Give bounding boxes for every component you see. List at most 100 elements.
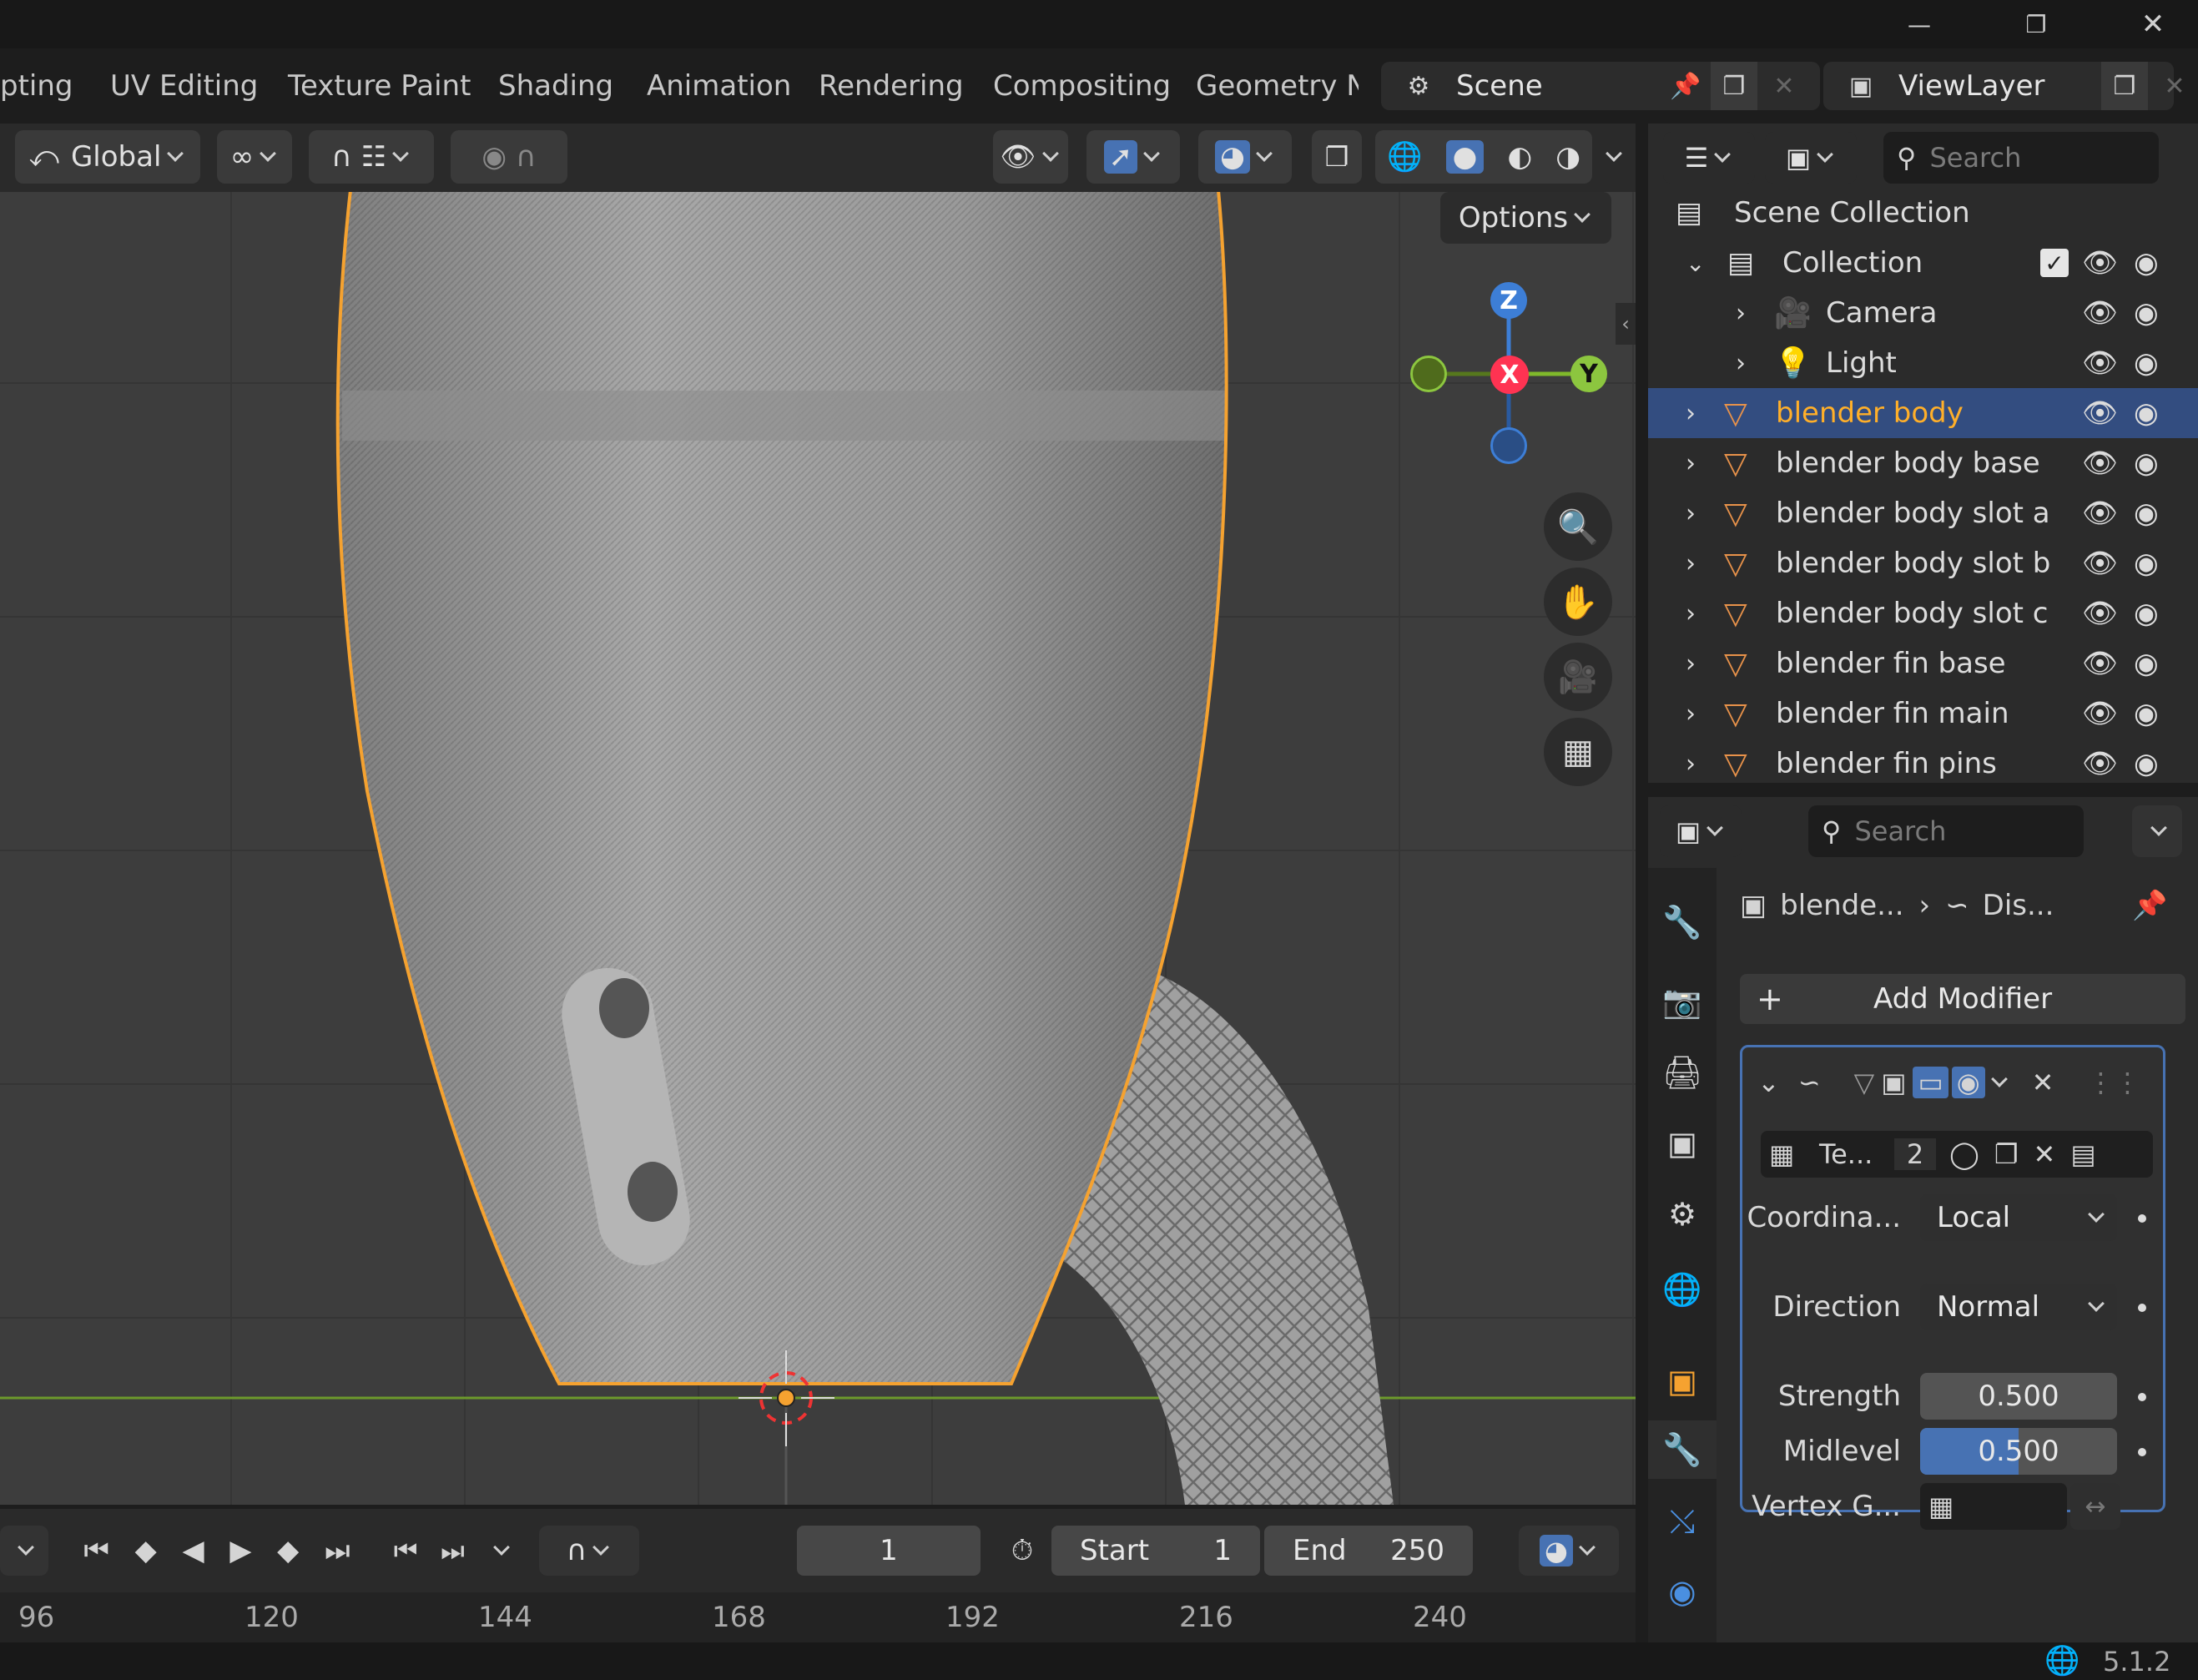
chevron-down-icon[interactable]: ⌄ <box>1757 1067 1780 1098</box>
step-back-icon[interactable]: ⏮ <box>394 1535 418 1567</box>
outliner-item[interactable]: › 🎥 Camera 👁 ◉ <box>1648 288 2198 338</box>
material-shading-icon[interactable]: ◐ <box>1507 140 1532 174</box>
tool-settings-icon[interactable]: 🔧 <box>1648 893 1717 951</box>
direction-keyframe-dot[interactable] <box>2138 1304 2146 1312</box>
chevron-down-icon[interactable]: ⌄ <box>1686 250 1719 277</box>
camera-view-icon[interactable]: 🎥 <box>1544 643 1612 711</box>
eye-icon[interactable]: 👁 <box>2082 346 2118 380</box>
tab-shading[interactable]: Shading <box>498 48 613 124</box>
texture-properties-icon[interactable]: ▤ <box>2070 1138 2095 1170</box>
pin-scene-icon[interactable]: 📌 <box>1661 62 1711 110</box>
jump-end-icon[interactable]: ⏭ <box>325 1534 350 1567</box>
outliner-item[interactable]: › ▽ blender body slot a 👁 ◉ <box>1648 488 2198 538</box>
tab-animation[interactable]: Animation <box>647 48 791 124</box>
particles-properties-icon[interactable]: ⤯ <box>1648 1492 1717 1551</box>
eye-icon[interactable]: 👁 <box>2082 597 2118 630</box>
duplicate-texture-icon[interactable]: ❐ <box>1994 1138 2019 1170</box>
stopwatch-icon[interactable]: ⏱ <box>997 1526 1047 1576</box>
vertex-group-input[interactable]: ▦ <box>1920 1483 2067 1530</box>
new-view-layer-button[interactable]: ❐ <box>2101 62 2148 110</box>
modifier-extra-dropdown[interactable] <box>1990 1071 2008 1087</box>
eye-icon[interactable]: 👁 <box>2082 747 2118 780</box>
camera-render-icon[interactable]: ◉ <box>2134 547 2159 580</box>
step-forward-icon[interactable]: ⏭ <box>441 1535 465 1567</box>
object-properties-icon[interactable]: ▣ <box>1648 1352 1717 1410</box>
gizmo-dropdown[interactable]: ➚ <box>1086 130 1180 184</box>
start-frame-field[interactable]: Start 1 <box>1051 1526 1260 1576</box>
camera-render-icon[interactable]: ◉ <box>2134 497 2159 530</box>
current-frame-field[interactable]: 1 <box>797 1526 981 1576</box>
outliner-item[interactable]: › ▽ blender fin main 👁 ◉ <box>1648 689 2198 739</box>
chevron-right-icon[interactable]: › <box>1686 449 1719 478</box>
transform-orientation-dropdown[interactable]: ⤺ Global <box>15 130 200 184</box>
collection-row[interactable]: ⌄ ▤ Collection ✓ 👁 ◉ <box>1648 238 2198 288</box>
edit-mode-cage-icon[interactable]: ▽ <box>1854 1067 1875 1098</box>
chevron-right-icon[interactable]: › <box>1736 349 1769 378</box>
tab-rendering[interactable]: Rendering <box>819 48 964 124</box>
drag-handle-icon[interactable]: ⋮⋮ <box>2087 1067 2140 1098</box>
physics-properties-icon[interactable]: ◉ <box>1648 1562 1717 1621</box>
prev-keyframe-icon[interactable]: ◆ <box>135 1534 157 1567</box>
remove-modifier-icon[interactable]: ✕ <box>2032 1067 2054 1098</box>
wireframe-shading-icon[interactable]: 🌐 <box>1387 140 1422 174</box>
pivot-point-dropdown[interactable]: ∞ <box>217 130 292 184</box>
outliner-item[interactable]: › ▽ blender fin pins 👁 ◉ <box>1648 739 2198 789</box>
camera-render-icon[interactable]: ◉ <box>2134 597 2159 630</box>
tab-uv-editing[interactable]: UV Editing <box>110 48 258 124</box>
strength-field[interactable]: 0.500 <box>1920 1373 2117 1420</box>
chevron-right-icon[interactable]: › <box>1686 499 1719 528</box>
gizmo-neg-y-axis[interactable] <box>1410 356 1447 392</box>
properties-search-input[interactable]: ⚲ Search <box>1808 805 2084 857</box>
sidebar-toggle-icon[interactable]: ‹ <box>1616 303 1636 345</box>
eye-icon[interactable]: 👁 <box>2082 246 2118 280</box>
camera-render-icon[interactable]: ◉ <box>2134 446 2159 480</box>
texture-user-count[interactable]: 2 <box>1894 1138 1936 1170</box>
outliner-search-input[interactable]: ⚲ Search <box>1883 132 2159 184</box>
properties-editor-type-dropdown[interactable]: ▣ <box>1660 805 1742 857</box>
chevron-right-icon[interactable]: › <box>1686 599 1719 628</box>
coordinates-dropdown[interactable]: Local <box>1920 1194 2117 1241</box>
camera-render-icon[interactable]: ◉ <box>2134 697 2159 730</box>
gizmo-z-axis[interactable]: Z <box>1490 282 1527 319</box>
tab-geometry-nodes[interactable]: Geometry No <box>1196 48 1359 124</box>
editor-type-dropdown[interactable]: ☰ <box>1663 132 1755 184</box>
snap-dropdown[interactable]: ∩ ☷ <box>309 130 434 184</box>
jump-start-icon[interactable]: ⏮ <box>83 1534 109 1567</box>
chevron-right-icon[interactable]: › <box>1736 299 1769 328</box>
navigation-gizmo[interactable]: Z X Y <box>1407 274 1607 466</box>
fake-user-shield-icon[interactable]: ◯ <box>1949 1138 1979 1170</box>
timeline-ruler[interactable]: 96 120 144 168 192 216 240 <box>0 1592 1636 1642</box>
options-dropdown[interactable]: Options <box>1440 192 1611 244</box>
properties-options-dropdown[interactable] <box>2132 805 2182 857</box>
new-scene-button[interactable]: ❐ <box>1711 62 1757 110</box>
outliner-item[interactable]: › ▽ blender body base 👁 ◉ <box>1648 438 2198 488</box>
camera-render-icon[interactable]: ◉ <box>2134 246 2159 280</box>
camera-render-icon[interactable]: ◉ <box>2134 747 2159 780</box>
next-keyframe-icon[interactable]: ◆ <box>277 1534 299 1567</box>
delete-scene-button[interactable]: ✕ <box>1761 62 1807 110</box>
auto-keying-dropdown[interactable]: ∩ <box>539 1526 639 1576</box>
coordinates-keyframe-dot[interactable] <box>2138 1214 2146 1223</box>
camera-render-icon[interactable]: ◉ <box>2134 396 2159 430</box>
scene-properties-icon[interactable]: ⚙ <box>1648 1185 1717 1244</box>
chevron-right-icon[interactable]: › <box>1686 399 1719 428</box>
outliner-item[interactable]: › ▽ blender fin base 👁 ◉ <box>1648 638 2198 689</box>
overlays-dropdown[interactable]: ◕ <box>1198 130 1292 184</box>
play-reverse-icon[interactable]: ◀ <box>182 1534 204 1567</box>
eye-icon[interactable]: 👁 <box>2082 547 2118 580</box>
proportional-editing-dropdown[interactable]: ◉ ∩ <box>451 130 567 184</box>
viewport-display-icon[interactable]: ▭ <box>1913 1067 1948 1098</box>
eye-icon[interactable]: 👁 <box>2082 697 2118 730</box>
collection-checkbox[interactable]: ✓ <box>2040 249 2069 277</box>
gizmo-y-axis[interactable]: Y <box>1570 356 1607 392</box>
display-mode-dropdown[interactable]: ▣ <box>1765 132 1857 184</box>
outliner-item[interactable]: › ▽ blender body slot b 👁 ◉ <box>1648 538 2198 588</box>
ortho-grid-icon[interactable]: ▦ <box>1544 718 1612 786</box>
gizmo-neg-z-axis[interactable] <box>1490 427 1527 464</box>
camera-render-icon[interactable]: ◉ <box>2134 296 2159 330</box>
eye-icon[interactable]: 👁 <box>2082 497 2118 530</box>
tab-scripting[interactable]: pting <box>0 48 73 124</box>
world-properties-icon[interactable]: 🌐 <box>1648 1260 1717 1319</box>
camera-render-icon[interactable]: ◉ <box>2134 346 2159 380</box>
checker-texture-icon[interactable]: ▦ <box>1769 1138 1819 1170</box>
